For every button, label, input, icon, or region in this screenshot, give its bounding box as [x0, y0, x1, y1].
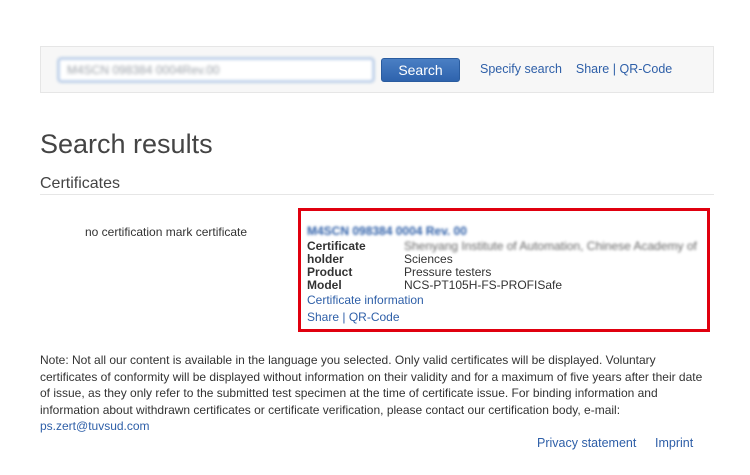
certification-mark-label: no certification mark certificate	[85, 225, 248, 239]
search-input[interactable]	[58, 58, 374, 82]
search-button[interactable]: Search	[381, 58, 460, 82]
disclaimer-note: Note: Not all our content is available i…	[40, 352, 712, 435]
product-label: Product	[307, 265, 353, 279]
separator: |	[342, 310, 346, 324]
specify-search-link[interactable]: Specify search	[480, 62, 562, 76]
page-title: Search results	[40, 129, 213, 159]
qr-code-link[interactable]: QR-Code	[619, 62, 672, 76]
product-value: Pressure testers	[404, 265, 492, 279]
imprint-link[interactable]: Imprint	[655, 436, 693, 450]
holder-label-cont: holder	[307, 252, 344, 266]
section-title: Certificates	[40, 175, 121, 192]
section-divider	[40, 194, 714, 195]
certificate-information-link[interactable]: Certificate information	[307, 293, 424, 307]
privacy-statement-link[interactable]: Privacy statement	[537, 436, 636, 450]
result-share-link[interactable]: Share	[307, 310, 339, 324]
model-label: Model	[307, 278, 342, 292]
result-qr-code-link[interactable]: QR-Code	[349, 310, 400, 324]
result-share-links: Share | QR-Code	[307, 310, 400, 324]
holder-value: Shenyang Institute of Automation, Chines…	[404, 239, 697, 253]
holder-value-cont: Sciences	[404, 252, 453, 266]
certificate-id-link[interactable]: M4SCN 098384 0004 Rev. 00	[307, 224, 467, 238]
separator: |	[612, 62, 616, 76]
note-text: Note: Not all our content is available i…	[40, 353, 703, 417]
holder-label: Certificate	[307, 239, 366, 253]
email-link[interactable]: ps.zert@tuvsud.com	[40, 419, 150, 433]
search-bar: Search Specify search Share | QR-Code	[40, 46, 714, 93]
search-links: Specify search Share | QR-Code	[480, 62, 672, 76]
model-value: NCS-PT105H-FS-PROFISafe	[404, 278, 563, 292]
certificate-result: M4SCN 098384 0004 Rev. 00 Certificate ho…	[298, 208, 710, 332]
share-link[interactable]: Share	[576, 62, 609, 76]
